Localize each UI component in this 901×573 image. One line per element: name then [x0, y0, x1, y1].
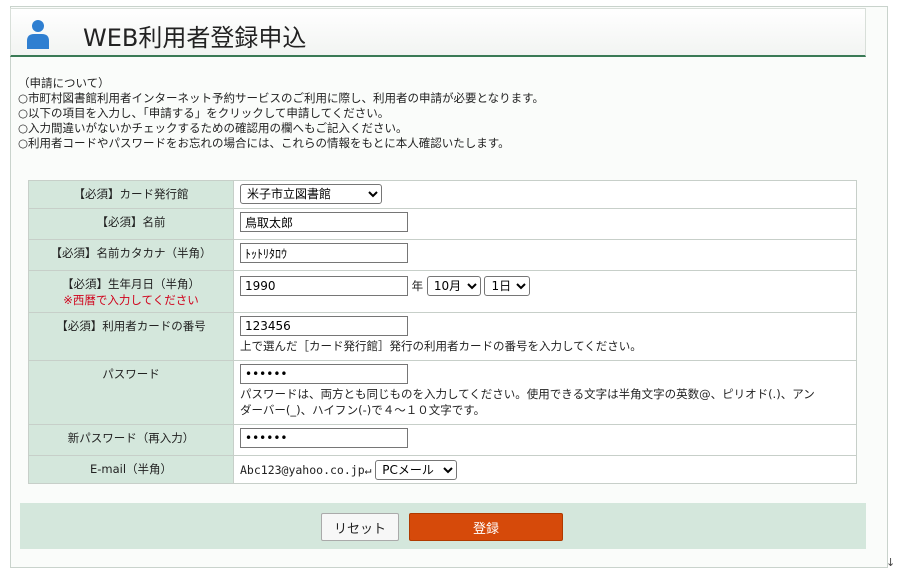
name-input[interactable] — [240, 212, 408, 232]
reset-button[interactable]: リセット — [321, 513, 399, 541]
password-label: パスワード — [28, 360, 234, 425]
year-unit: 年 — [411, 279, 424, 293]
page-header: WEB利用者登録申込 — [10, 8, 866, 57]
password-input[interactable] — [240, 364, 408, 384]
email-label: E-mail（半角） — [28, 455, 234, 484]
library-label: 【必須】カード発行館 — [28, 180, 234, 209]
button-bar: リセット 登録 — [20, 503, 866, 549]
row-password: パスワード パスワードは、両方とも同じものを入力してください。使用できる文字は半… — [28, 360, 857, 425]
password-help-2: ダーバー(_)、ハイフン(-)で４～１０文字です。 — [240, 403, 486, 417]
password-confirm-input[interactable] — [240, 428, 408, 448]
email-value[interactable]: Abc123@yahoo.co.jp↵ — [240, 463, 372, 477]
row-library: 【必須】カード発行館 米子市立図書館 — [28, 180, 857, 209]
birth-label: 【必須】生年月日（半角） — [62, 277, 200, 291]
row-card: 【必須】利用者カードの番号 上で選んだ［カード発行館］発行の利用者カードの番号を… — [28, 312, 857, 361]
birth-year-input[interactable] — [240, 276, 408, 296]
kana-label: 【必須】名前カタカナ（半角） — [28, 239, 234, 271]
intro-line: ○入力間違いがないかチェックするための確認用の欄へもご記入ください。 — [18, 121, 408, 135]
submit-button[interactable]: 登録 — [409, 513, 563, 541]
intro-line: ○利用者コードやパスワードをお忘れの場合には、これらの情報をもとに本人確認いたし… — [18, 136, 510, 150]
row-kana: 【必須】名前カタカナ（半角） — [28, 239, 857, 271]
birth-month-select[interactable]: 10月 — [426, 276, 481, 296]
name-label: 【必須】名前 — [28, 208, 234, 240]
page-title: WEB利用者登録申込 — [83, 24, 307, 52]
birth-day-select[interactable]: 1日 — [484, 276, 531, 296]
card-label: 【必須】利用者カードの番号 — [28, 312, 234, 361]
library-select[interactable]: 米子市立図書館 — [240, 184, 382, 204]
email-type-select[interactable]: PCメール — [375, 460, 458, 480]
row-name: 【必須】名前 — [28, 208, 857, 240]
row-password-confirm: 新パスワード（再入力） — [28, 424, 857, 456]
intro-text: （申請について） ○市町村図書館利用者インターネット予約サービスのご利用に際し、… — [18, 76, 544, 151]
registration-form: 【必須】カード発行館 米子市立図書館 【必須】名前 【必須】名前カタカナ（半角）… — [28, 180, 857, 484]
password-help-1: パスワードは、両方とも同じものを入力してください。使用できる文字は半角文字の英数… — [240, 387, 815, 401]
kana-input[interactable] — [240, 243, 408, 263]
card-number-input[interactable] — [240, 316, 408, 336]
card-help: 上で選んだ［カード発行館］発行の利用者カードの番号を入力してください。 — [240, 339, 642, 353]
intro-line: （申請について） — [18, 76, 110, 90]
corner-mark: ↓ — [886, 556, 896, 569]
user-icon — [27, 20, 49, 49]
intro-line: ○市町村図書館利用者インターネット予約サービスのご利用に際し、利用者の申請が必要… — [18, 91, 545, 105]
intro-line: ○以下の項目を入力し、「申請する」をクリックして申請してください。 — [18, 106, 390, 120]
row-email: E-mail（半角） Abc123@yahoo.co.jp↵ PCメール — [28, 455, 857, 484]
row-birth: 【必須】生年月日（半角） ※西暦で入力してください 年 10月 1日 — [28, 270, 857, 313]
birth-note: ※西暦で入力してください — [63, 293, 199, 307]
password-confirm-label: 新パスワード（再入力） — [28, 424, 234, 456]
